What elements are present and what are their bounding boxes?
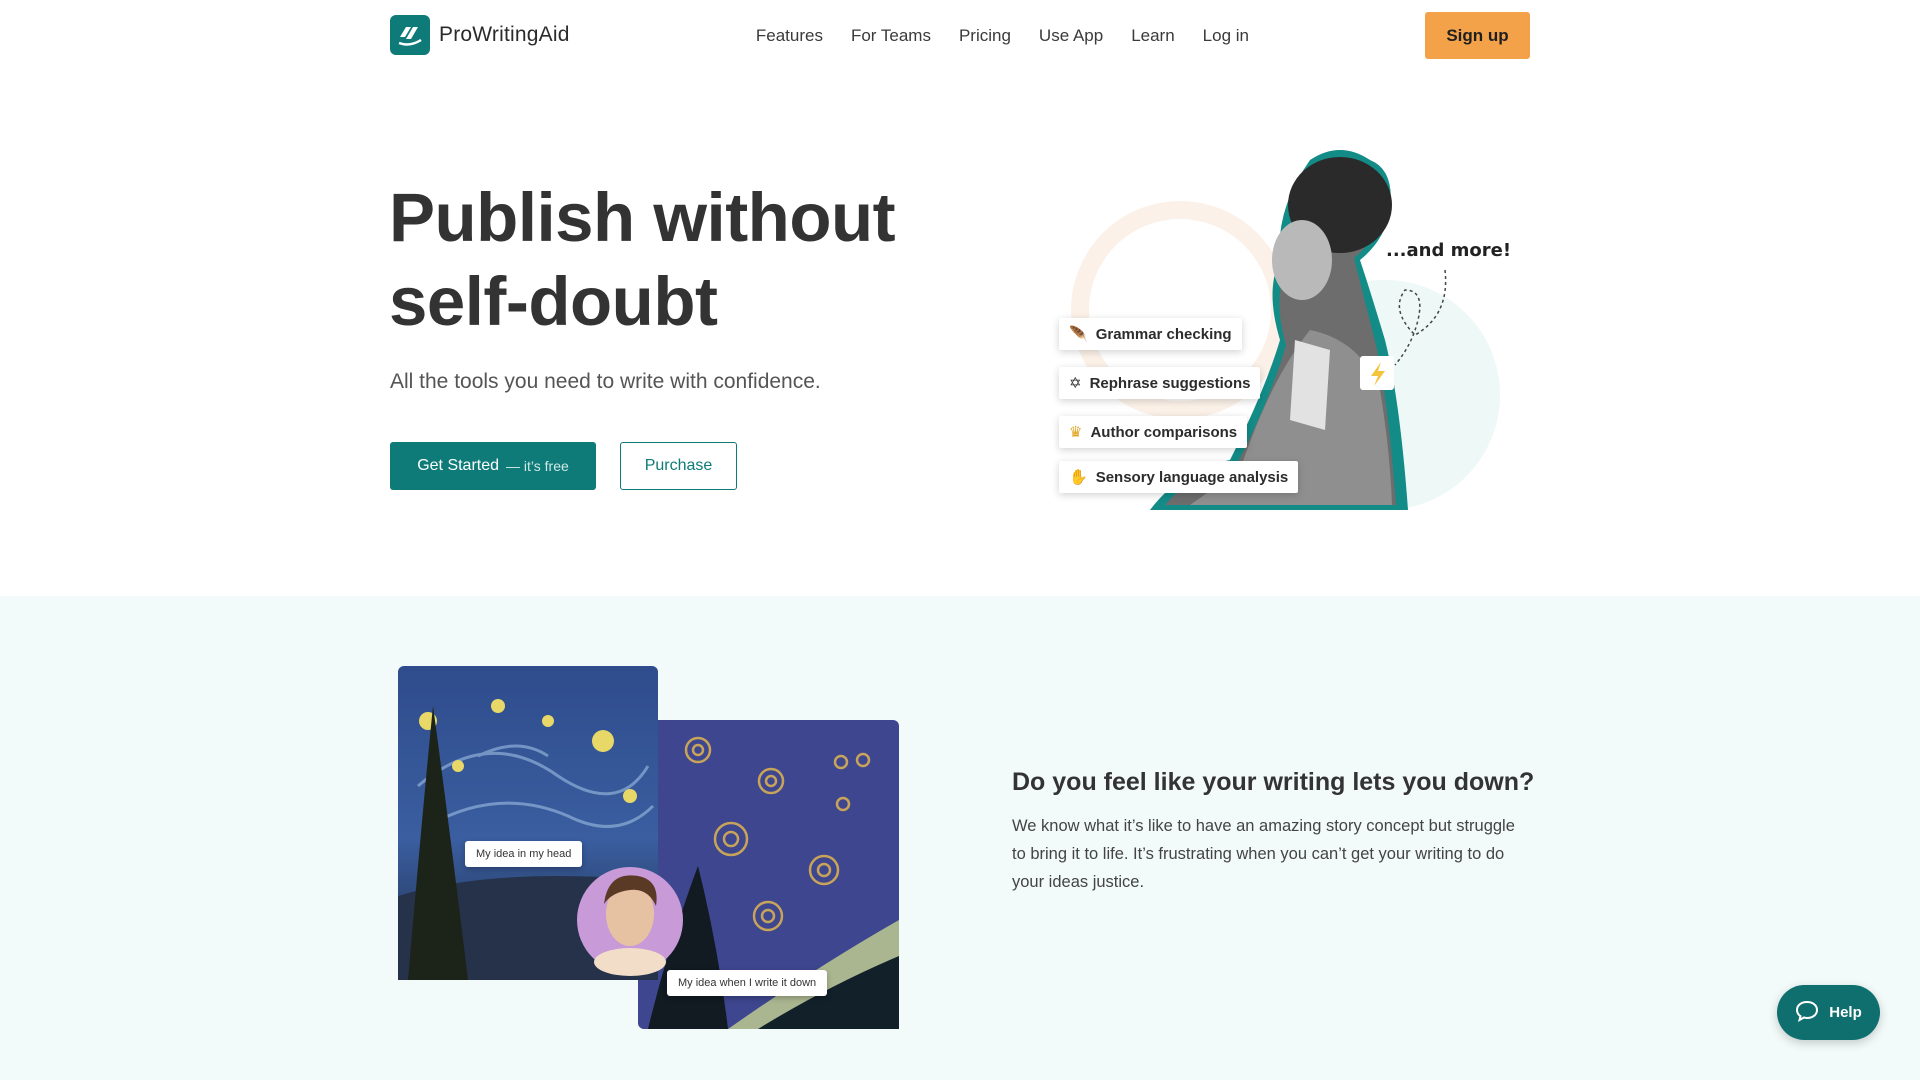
purchase-button[interactable]: Purchase	[620, 442, 737, 490]
feature-tag-rephrase: ✡ Rephrase suggestions	[1059, 367, 1261, 399]
get-started-free-note: — it’s free	[506, 458, 569, 474]
feature-tag-grammar: 🪶 Grammar checking	[1059, 318, 1242, 350]
bubble-idea-written: My idea when I write it down	[667, 970, 828, 996]
brand-name: ProWritingAid	[439, 23, 570, 46]
bubble-idea-in-head: My idea in my head	[465, 841, 583, 867]
brand-logo[interactable]: ProWritingAid	[390, 15, 570, 55]
top-navigation: ProWritingAid Features For Teams Pricing…	[0, 0, 1920, 72]
nav-link-use-app[interactable]: Use App	[1039, 26, 1103, 46]
nav-link-for-teams[interactable]: For Teams	[851, 26, 931, 46]
feature-tag-author: ♛ Author comparisons	[1059, 416, 1248, 448]
writing-problem-section	[0, 596, 1920, 1080]
hero-title: Publish without self-doubt	[389, 179, 896, 340]
help-button[interactable]: Help	[1777, 985, 1880, 1040]
feature-tag-label: Author comparisons	[1090, 423, 1238, 441]
prowritingaid-logo-icon	[390, 15, 430, 55]
feather-icon: 🪶	[1069, 326, 1088, 343]
get-started-button[interactable]: Get Started — it’s free	[390, 442, 596, 490]
nav-link-log-in[interactable]: Log in	[1203, 26, 1249, 46]
feature-tag-sensory: ✋ Sensory language analysis	[1059, 461, 1299, 493]
hero-subtitle: All the tools you need to write with con…	[390, 370, 821, 393]
section-body: We know what it’s like to have an amazin…	[1012, 817, 1515, 891]
feature-tag-label: Rephrase suggestions	[1089, 374, 1251, 392]
nav-link-pricing[interactable]: Pricing	[959, 26, 1011, 46]
section-title: Do you feel like your writing lets you d…	[1012, 768, 1535, 796]
feature-tag-label: Sensory language analysis	[1095, 468, 1289, 486]
and-more-label: ...and more!	[1386, 240, 1512, 261]
get-started-label: Get Started	[417, 457, 500, 474]
nav-link-features[interactable]: Features	[756, 26, 823, 46]
crown-icon: ♛	[1069, 424, 1083, 441]
help-label: Help	[1829, 1004, 1862, 1021]
feature-tag-label: Grammar checking	[1095, 325, 1232, 343]
hand-icon: ✋	[1069, 469, 1088, 486]
chat-bubble-icon	[1795, 1000, 1819, 1026]
nav-links: Features For Teams Pricing Use App Learn…	[728, 0, 1249, 72]
magic-wand-icon: ✡	[1069, 375, 1082, 392]
sign-up-button[interactable]: Sign up	[1425, 12, 1530, 59]
nav-link-learn[interactable]: Learn	[1131, 26, 1174, 46]
